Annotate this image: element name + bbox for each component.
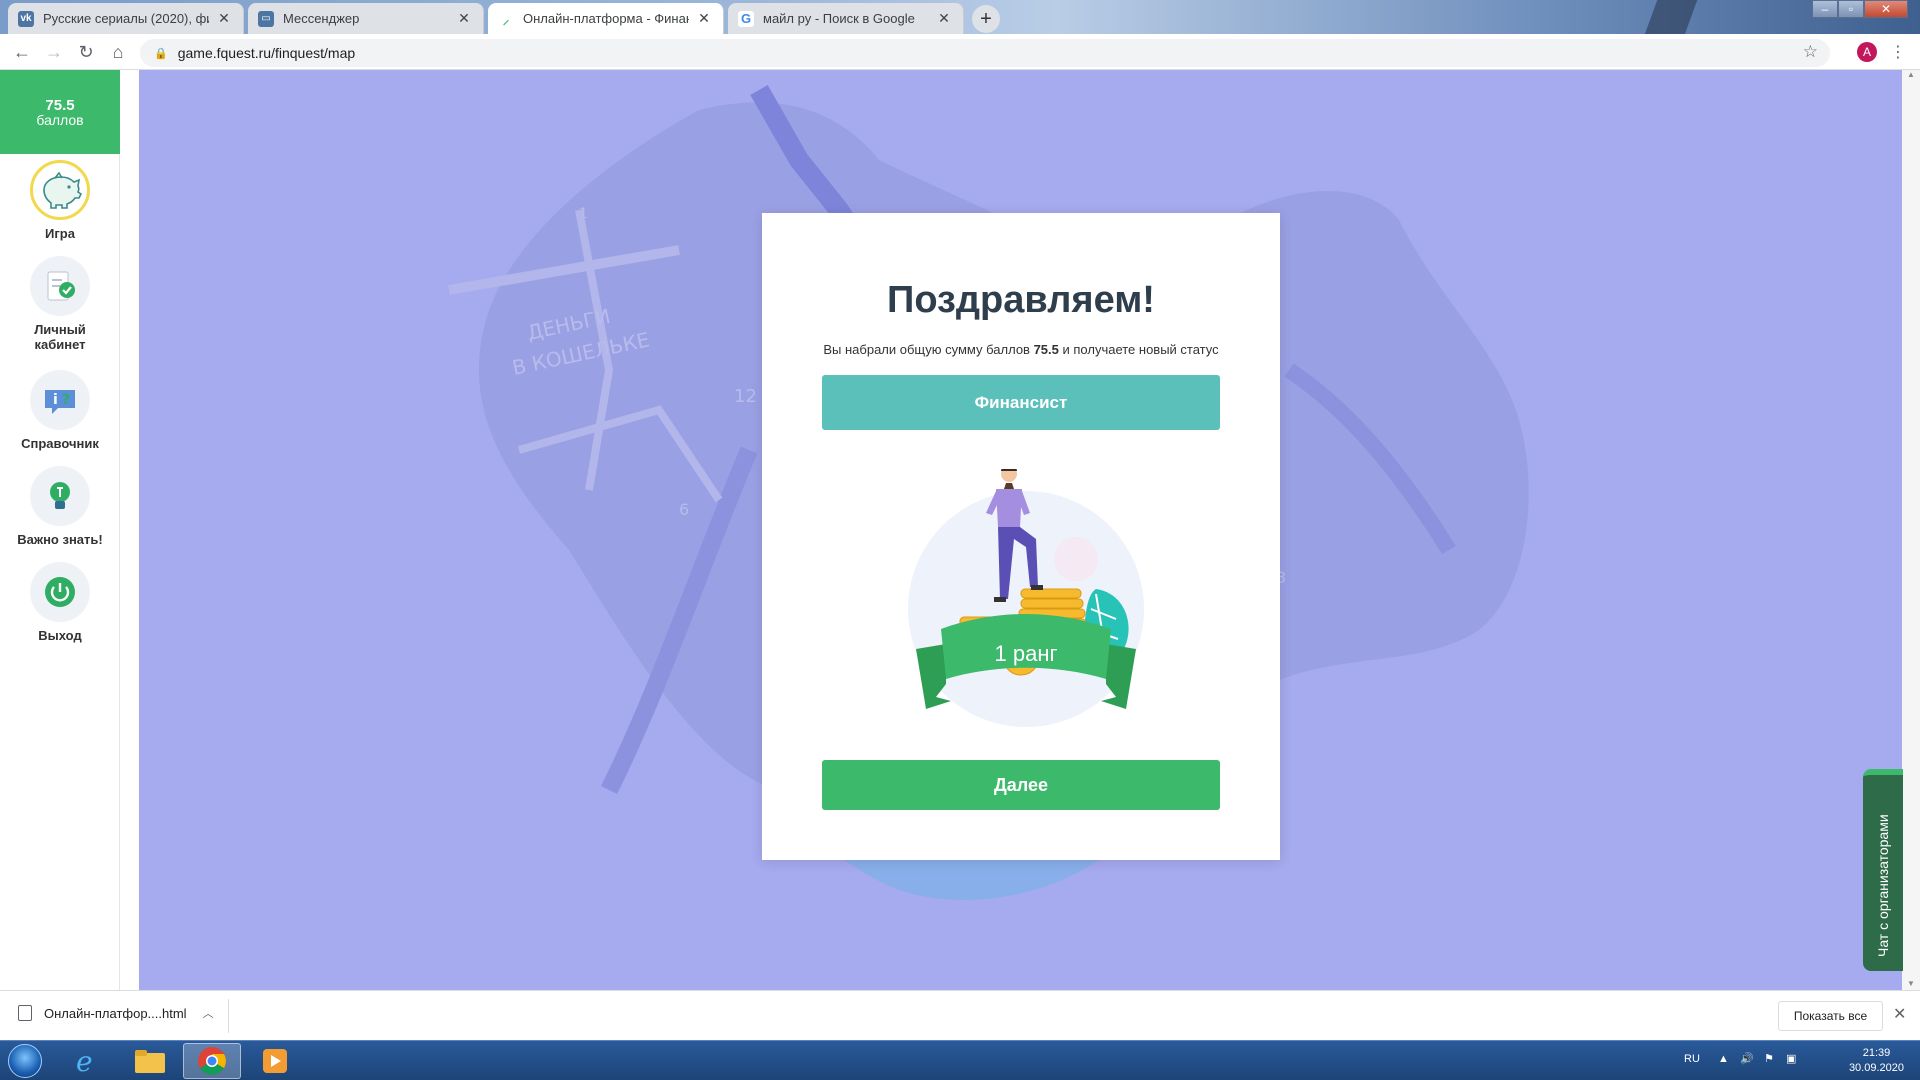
- sidebar-item-account[interactable]: Личный кабинет: [0, 256, 120, 352]
- bookmark-star-icon[interactable]: ☆: [1803, 42, 1818, 62]
- file-explorer-icon[interactable]: [121, 1043, 179, 1079]
- browser-tab-2[interactable]: ▭ Мессенджер ✕: [248, 3, 484, 34]
- rank-label: 1 ранг: [995, 641, 1058, 666]
- status-badge: Финансист: [822, 375, 1220, 430]
- close-icon[interactable]: ✕: [215, 10, 233, 27]
- sidebar-item-logout[interactable]: Выход: [0, 562, 120, 643]
- power-icon: [30, 562, 90, 622]
- sidebar: 75.5 баллов Игра Личный кабинет i ? Спра…: [0, 70, 120, 990]
- clock-date: 30.09.2020: [1848, 1062, 1904, 1074]
- browser-tab-strip: vk Русские сериалы (2020), фильм ✕ ▭ Мес…: [0, 0, 1920, 34]
- sidebar-item-game[interactable]: Игра: [0, 160, 120, 241]
- close-icon[interactable]: ✕: [455, 10, 473, 27]
- modal-message-start: Вы набрали общую сумму баллов: [823, 342, 1034, 357]
- windows-start-icon[interactable]: [8, 1044, 42, 1078]
- organizer-chat-tab[interactable]: Чат с организаторами: [1863, 769, 1903, 971]
- modal-message-end: и получаете новый статус: [1058, 342, 1219, 357]
- organizer-chat-label: Чат с организаторами: [1875, 814, 1891, 957]
- svg-text:i: i: [53, 392, 58, 408]
- google-icon: G: [738, 10, 754, 27]
- tab-title: Мессенджер: [283, 11, 360, 26]
- modal-title: Поздравляем!: [887, 279, 1155, 321]
- page-scrollbar[interactable]: ▲ ▼: [1902, 70, 1920, 990]
- sidebar-item-label: Важно знать!: [17, 532, 103, 547]
- new-tab-button[interactable]: +: [972, 5, 1000, 33]
- volume-icon[interactable]: 🔊: [1740, 1052, 1754, 1065]
- tab-title: Онлайн-платформа - Финансо: [523, 11, 689, 26]
- scroll-down-icon[interactable]: ▼: [1902, 979, 1920, 988]
- browser-toolbar: ← → ↻ ⌂ 🔒 game.fquest.ru/finquest/map ☆ …: [0, 34, 1920, 70]
- show-all-downloads-button[interactable]: Показать все: [1778, 1001, 1883, 1031]
- sidebar-item-label: Справочник: [21, 436, 99, 451]
- piggy-bank-icon: [30, 160, 90, 220]
- checklist-icon: [30, 256, 90, 316]
- minimize-icon[interactable]: –: [1812, 0, 1838, 18]
- close-download-bar-icon[interactable]: ✕: [1893, 1004, 1906, 1024]
- system-tray: RU ▲ 🔊 ⚑ ▣ 21:39 30.09.2020: [1680, 1041, 1920, 1080]
- forward-icon[interactable]: →: [42, 40, 66, 64]
- scroll-up-icon[interactable]: ▲: [1902, 70, 1920, 79]
- browser-menu-icon[interactable]: ⋮: [1890, 42, 1906, 62]
- tray-expand-icon[interactable]: ▲: [1718, 1053, 1729, 1065]
- taskbar-clock[interactable]: 21:39 30.09.2020: [1849, 1046, 1904, 1076]
- info-chat-icon: i ?: [30, 370, 90, 430]
- score-unit: баллов: [36, 111, 84, 128]
- close-icon[interactable]: ✕: [695, 10, 713, 27]
- sidebar-item-label: Игра: [45, 226, 75, 241]
- windows-taskbar: e RU ▲ 🔊 ⚑ ▣ 21:39 30.09.2020: [0, 1040, 1920, 1080]
- browser-tab-3[interactable]: ⸝ Онлайн-платформа - Финансо ✕: [488, 3, 724, 34]
- close-window-icon[interactable]: ✕: [1864, 0, 1908, 18]
- rank-illustration: 1 ранг: [908, 469, 1144, 727]
- chevron-up-icon[interactable]: ︿: [203, 1005, 214, 1021]
- language-indicator[interactable]: RU: [1684, 1053, 1700, 1065]
- modal-message: Вы набрали общую сумму баллов 75.5 и пол…: [762, 342, 1280, 357]
- internet-explorer-icon[interactable]: e: [58, 1043, 116, 1079]
- browser-tab-1[interactable]: vk Русские сериалы (2020), фильм ✕: [8, 3, 244, 34]
- profile-avatar[interactable]: A: [1857, 42, 1877, 62]
- fquest-icon: ⸝: [498, 10, 514, 27]
- map-label: 12: [734, 386, 757, 407]
- window-controls: – ▫ ✕: [1812, 0, 1908, 18]
- download-bar: Онлайн-платфор....html ︿ Показать все ✕: [0, 990, 1920, 1040]
- maximize-icon[interactable]: ▫: [1838, 0, 1864, 18]
- score-value: 75.5: [45, 96, 75, 114]
- congratulations-modal: Поздравляем! Вы набрали общую сумму балл…: [762, 213, 1280, 860]
- next-button[interactable]: Далее: [822, 760, 1220, 810]
- media-player-icon[interactable]: [246, 1043, 304, 1079]
- file-icon: [18, 1005, 32, 1021]
- lightbulb-icon: [30, 466, 90, 526]
- lock-icon: 🔒: [154, 47, 168, 60]
- sidebar-item-reference[interactable]: i ? Справочник: [0, 370, 120, 451]
- map-label: 1: [579, 206, 588, 222]
- messenger-icon: ▭: [258, 10, 274, 27]
- sidebar-item-label: Личный кабинет: [34, 322, 86, 352]
- network-icon[interactable]: ▣: [1786, 1052, 1796, 1065]
- home-icon[interactable]: ⌂: [106, 40, 130, 64]
- browser-tab-4[interactable]: G майл ру - Поиск в Google ✕: [728, 3, 964, 34]
- back-icon[interactable]: ←: [10, 40, 34, 64]
- tab-title: майл ру - Поиск в Google: [763, 11, 915, 26]
- chrome-icon[interactable]: [183, 1043, 241, 1079]
- map-label: 6: [679, 500, 689, 519]
- vk-icon: vk: [18, 10, 34, 27]
- svg-text:?: ?: [62, 392, 70, 408]
- sidebar-item-important[interactable]: Важно знать!: [0, 466, 120, 547]
- score-box: 75.5 баллов: [0, 70, 120, 154]
- address-bar[interactable]: 🔒 game.fquest.ru/finquest/map ☆: [140, 39, 1830, 67]
- close-icon[interactable]: ✕: [935, 10, 953, 27]
- svg-text:e: e: [76, 1046, 93, 1076]
- modal-score: 75.5: [1033, 342, 1059, 357]
- divider: [228, 999, 229, 1033]
- download-file-name: Онлайн-платфор....html: [44, 1005, 187, 1021]
- download-item[interactable]: Онлайн-платфор....html ︿: [18, 1005, 214, 1021]
- clock-time: 21:39: [1862, 1047, 1891, 1059]
- reload-icon[interactable]: ↻: [74, 40, 98, 64]
- flag-icon[interactable]: ⚑: [1764, 1052, 1774, 1065]
- tab-title: Русские сериалы (2020), фильм: [43, 11, 209, 26]
- url-text: game.fquest.ru/finquest/map: [177, 45, 356, 61]
- sidebar-item-label: Выход: [38, 628, 82, 643]
